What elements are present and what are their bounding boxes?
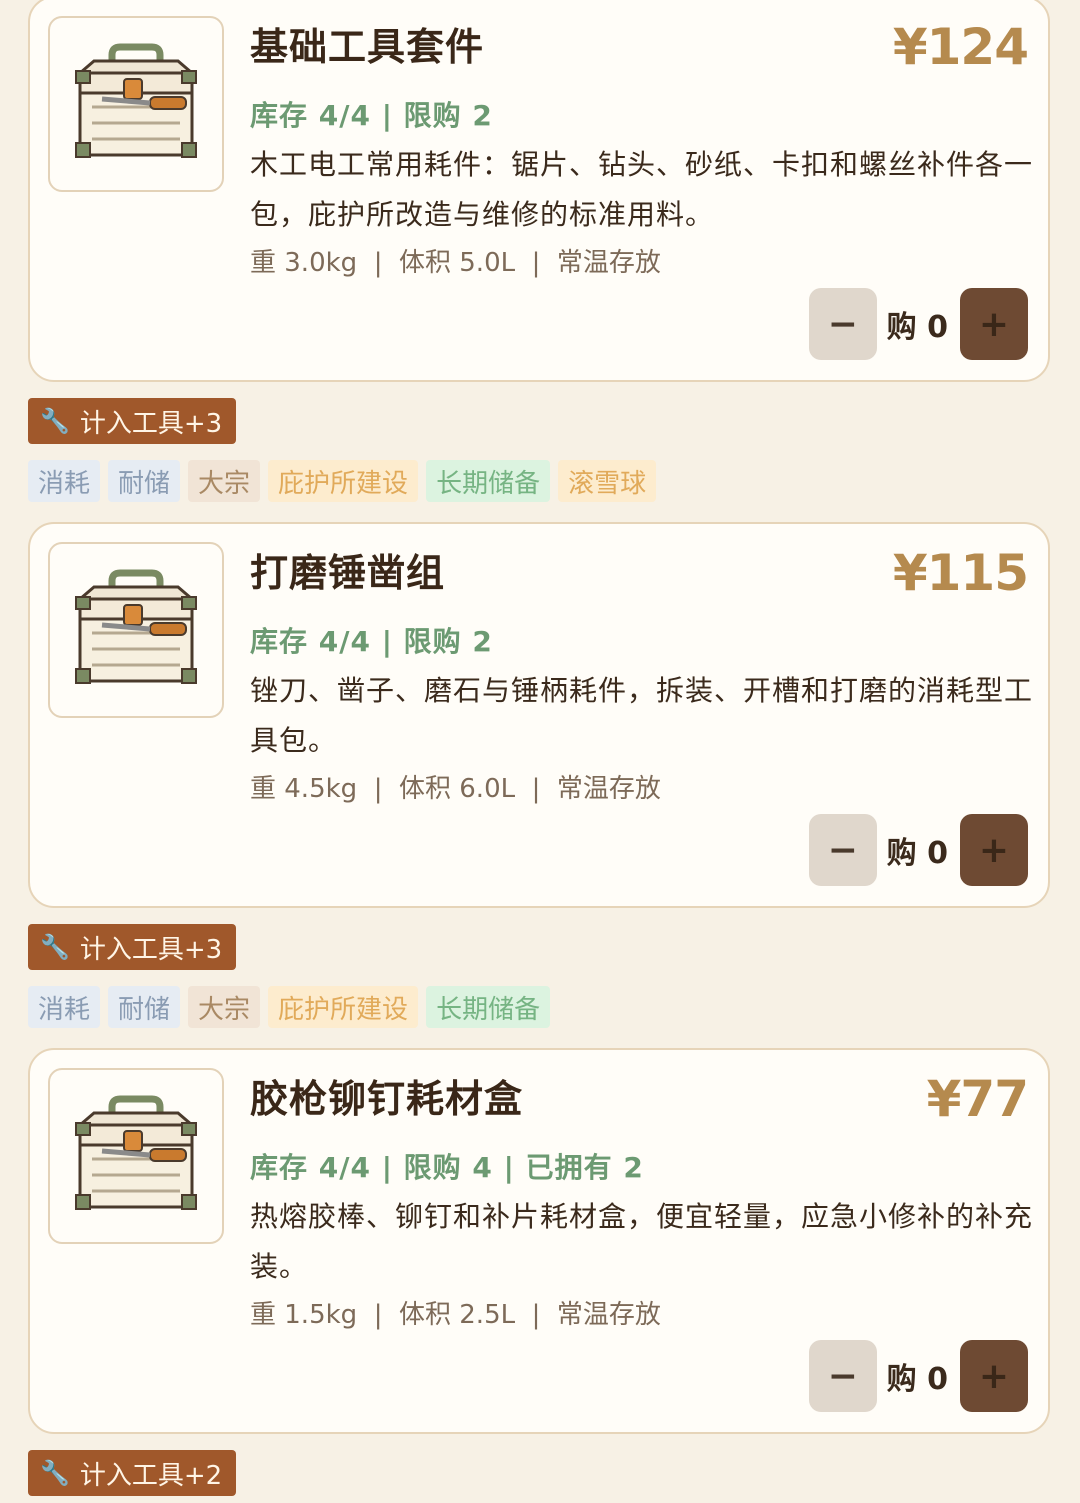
tool-count-badge: 🔧 计入工具+2 [28,1450,237,1496]
wrench-icon: 🔧 [40,933,70,961]
toolbox-icon [75,43,197,158]
quantity-label: 购 0 [886,836,948,871]
product-list: 基础工具套件 ¥124 库存 4/4 | 限购 2 木工电工常用耗件：锯片、钻头… [0,0,1080,1503]
tag: 滚雪球 [558,460,657,502]
tag: 大宗 [188,460,261,502]
product-card: 基础工具套件 ¥124 库存 4/4 | 限购 2 木工电工常用耗件：锯片、钻头… [28,0,1050,382]
decrease-button[interactable]: − [808,1340,877,1412]
tool-count-label: 计入工具+3 [79,934,223,965]
quantity-label: 购 0 [886,310,948,345]
tag: 消耗 [28,460,101,502]
product-card: 胶枪铆钉耗材盒 ¥77 库存 4/4 | 限购 4 | 已拥有 2 热熔胶棒、铆… [28,1048,1050,1434]
product-specs: 重 3.0kg | 体积 5.0L | 常温存放 [250,248,661,278]
increase-button[interactable]: + [960,288,1028,360]
product-description: 木工电工常用耗件：锯片、钻头、砂纸、卡扣和螺丝补件各一包，庇护所改造与维修的标准… [250,148,1034,231]
product-card: 打磨锤凿组 ¥115 库存 4/4 | 限购 2 锉刀、凿子、磨石与锤柄耗件，拆… [28,522,1050,908]
product-price: ¥124 [892,18,1029,76]
product-description: 锉刀、凿子、磨石与锤柄耗件，拆装、开槽和打磨的消耗型工具包。 [250,674,1034,757]
tool-count-label: 计入工具+3 [79,408,223,439]
tag: 庇护所建设 [268,986,419,1028]
stock-info: 库存 4/4 | 限购 2 [250,625,493,658]
wrench-icon: 🔧 [40,1459,70,1487]
stock-info: 库存 4/4 | 限购 2 [250,99,493,132]
product-image [48,542,224,718]
increase-button[interactable]: + [960,1340,1028,1412]
toolbox-icon [75,1095,197,1210]
product-title: 基础工具套件 [250,25,485,69]
product-price: ¥115 [892,544,1029,602]
increase-button[interactable]: + [960,814,1028,886]
toolbox-icon [75,569,197,684]
tag: 耐储 [108,986,181,1028]
product-price: ¥77 [926,1070,1029,1128]
quantity-label: 购 0 [886,1362,948,1397]
decrease-button[interactable]: − [808,288,877,360]
quantity-stepper: − 购 0 + [808,1340,1028,1412]
tag: 耐储 [108,460,181,502]
tag: 大宗 [188,986,261,1028]
stock-info: 库存 4/4 | 限购 4 | 已拥有 2 [250,1151,644,1184]
product-image [48,16,224,192]
tag: 庇护所建设 [268,460,419,502]
tag: 长期储备 [426,986,551,1028]
tag: 长期储备 [426,460,551,502]
product-title: 打磨锤凿组 [250,551,446,595]
product-specs: 重 4.5kg | 体积 6.0L | 常温存放 [250,774,661,804]
decrease-button[interactable]: − [808,814,877,886]
product-image [48,1068,224,1244]
tag-list: 消耗 耐储 大宗 庇护所建设 长期储备 滚雪球 [28,460,657,502]
quantity-stepper: − 购 0 + [808,288,1028,360]
product-title: 胶枪铆钉耗材盒 [250,1077,524,1121]
wrench-icon: 🔧 [40,407,70,435]
product-specs: 重 1.5kg | 体积 2.5L | 常温存放 [250,1300,661,1330]
tool-count-badge: 🔧 计入工具+3 [28,398,237,444]
tag-list: 消耗 耐储 大宗 庇护所建设 长期储备 [28,986,551,1028]
tool-count-badge: 🔧 计入工具+3 [28,924,237,970]
quantity-stepper: − 购 0 + [808,814,1028,886]
product-description: 热熔胶棒、铆钉和补片耗材盒，便宜轻量，应急小修补的补充装。 [250,1200,1034,1283]
tool-count-label: 计入工具+2 [79,1460,223,1491]
tag: 消耗 [28,986,101,1028]
